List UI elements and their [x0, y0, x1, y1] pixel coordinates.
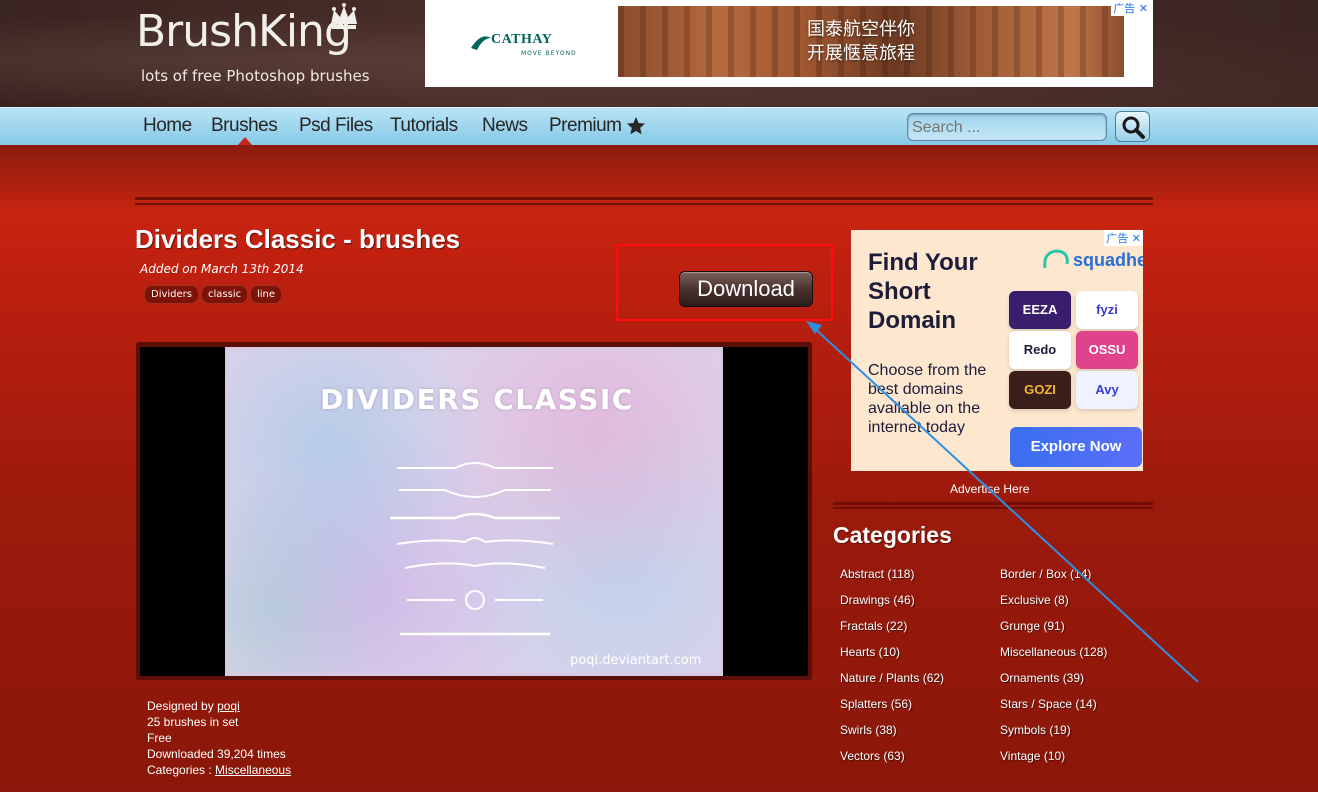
category-link[interactable]: Vintage (10) — [1000, 749, 1065, 763]
nav-psd-files[interactable]: Psd Files — [299, 115, 373, 137]
sidebar-divider — [833, 502, 1153, 509]
category-link[interactable]: Hearts (10) — [840, 645, 900, 659]
crown-icon — [331, 3, 357, 29]
tile-avy: Avy — [1076, 371, 1138, 409]
download-button[interactable]: Download — [679, 271, 813, 307]
nav-brushes[interactable]: Brushes — [211, 115, 278, 137]
category-link[interactable]: Stars / Space (14) — [1000, 697, 1097, 711]
side-ad-brand: squadhelp — [1073, 250, 1143, 270]
content-divider — [135, 197, 1153, 205]
category-link[interactable]: Miscellaneous (128) — [1000, 645, 1107, 659]
ad-brand-name: CATHAY — [491, 32, 553, 47]
category-link[interactable]: Swirls (38) — [840, 723, 897, 737]
tile-redo: Redo — [1009, 331, 1071, 369]
tag-classic[interactable]: classic — [201, 285, 249, 304]
ad-choices-badge[interactable]: 广告 ✕ — [1111, 0, 1150, 16]
download-count: Downloaded 39,204 times — [147, 747, 286, 761]
search-input[interactable] — [907, 113, 1107, 141]
category-link[interactable]: Grunge (91) — [1000, 619, 1065, 633]
search-button[interactable] — [1115, 111, 1150, 142]
nav-news[interactable]: News — [482, 115, 528, 137]
tile-gozi: GOZI — [1009, 371, 1071, 409]
tile-eeza: EEZA — [1009, 291, 1071, 329]
category-link[interactable]: Symbols (19) — [1000, 723, 1071, 737]
category-link[interactable]: Miscellaneous — [215, 763, 291, 777]
site-tagline: lots of free Photoshop brushes — [141, 67, 370, 85]
squadhelp-logo-icon — [1043, 249, 1069, 269]
tag-line[interactable]: line — [250, 285, 283, 304]
category-link[interactable]: Abstract (118) — [840, 567, 914, 581]
side-ad-body: Choose from the best domains available o… — [868, 362, 987, 436]
divider-ornaments — [390, 462, 560, 636]
category-link[interactable]: Fractals (22) — [840, 619, 907, 633]
explore-now-button[interactable]: Explore Now — [1010, 427, 1142, 467]
magnifier-icon — [1122, 116, 1145, 139]
page-title: Dividers Classic - brushes — [135, 224, 461, 254]
side-ad-choices-badge[interactable]: 广告 ✕ — [1104, 230, 1143, 246]
brush-count: 25 brushes in set — [147, 715, 239, 729]
designer-link[interactable]: poqi — [217, 699, 240, 713]
ad-brand-tagline: MOVE BEYOND — [521, 50, 577, 57]
nav-premium[interactable]: Premium — [549, 115, 622, 137]
category-link[interactable]: Ornaments (39) — [1000, 671, 1084, 685]
preview-watermark: poqi.deviantart.com — [570, 653, 702, 668]
active-nav-caret — [238, 137, 252, 145]
ad-line-2: 开展惬意旅程 — [807, 43, 915, 64]
category-link[interactable]: Drawings (46) — [840, 593, 915, 607]
category-link[interactable]: Exclusive (8) — [1000, 593, 1069, 607]
category-line: Categories : Miscellaneous — [147, 763, 291, 777]
categories-label: Categories : — [147, 763, 212, 777]
designed-by-label: Designed by — [147, 699, 214, 713]
ad-line-1: 国泰航空伴你 — [807, 19, 915, 40]
nav-home[interactable]: Home — [143, 115, 192, 137]
category-link[interactable]: Nature / Plants (62) — [840, 671, 944, 685]
site-logo[interactable]: BrushKing — [136, 6, 352, 57]
star-icon — [627, 117, 645, 135]
added-date: Added on March 13th 2014 — [140, 262, 304, 276]
category-link[interactable]: Vectors (63) — [840, 749, 905, 763]
preview-title: DIVIDERS CLASSIC — [320, 383, 634, 416]
tag-dividers[interactable]: Dividers — [144, 285, 199, 304]
categories-heading: Categories — [833, 522, 952, 548]
tile-fyzi: fyzi — [1076, 291, 1138, 329]
tile-ossu: OSSU — [1076, 331, 1138, 369]
category-link[interactable]: Border / Box (14) — [1000, 567, 1091, 581]
ad-headline: 国泰航空伴你 开展惬意旅程 — [807, 18, 915, 66]
license: Free — [147, 731, 172, 745]
nav-tutorials[interactable]: Tutorials — [390, 115, 458, 137]
category-link[interactable]: Splatters (56) — [840, 697, 912, 711]
designer-line: Designed by poqi — [147, 699, 240, 713]
top-banner-ad[interactable]: CATHAY MOVE BEYOND 国泰航空伴你 开展惬意旅程 广告 ✕ — [425, 0, 1153, 87]
side-ad-headline: Find Your Short Domain — [868, 249, 978, 334]
side-ad[interactable]: Find Your Short Domain Choose from the b… — [851, 230, 1143, 471]
advertise-here-link[interactable]: Advertise Here — [950, 482, 1029, 496]
